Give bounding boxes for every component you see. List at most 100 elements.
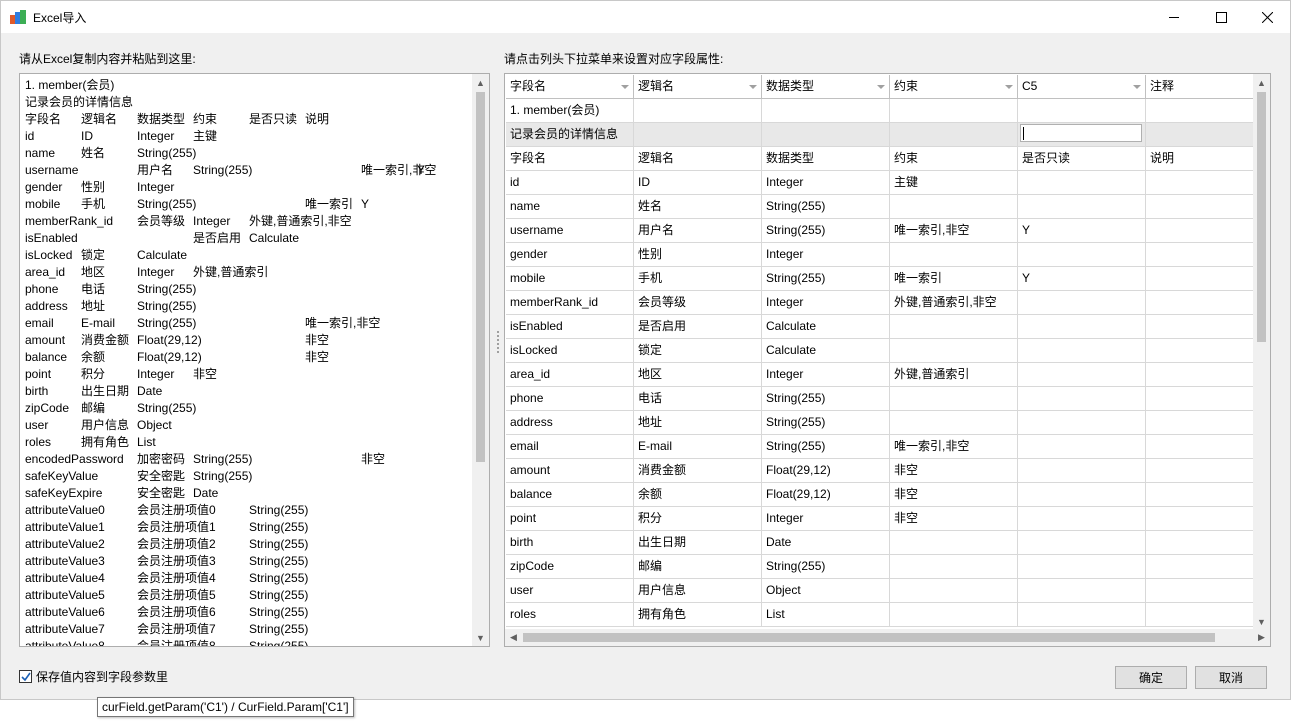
grid-cell[interactable]: Integer (762, 363, 890, 387)
grid-row[interactable]: email E-mail String(255) 唯一索引,非空 (506, 435, 1253, 459)
grid-cell[interactable]: 外键,普通索引 (890, 363, 1018, 387)
grid-cell[interactable]: 是否只读 (1018, 147, 1146, 171)
grid-scroll-left-icon[interactable]: ◀ (505, 629, 522, 646)
grid-cell[interactable]: 主键 (890, 171, 1018, 195)
grid-cell[interactable]: Date (762, 531, 890, 555)
column-header[interactable]: 注释 (1146, 75, 1253, 99)
c5-cell-editor[interactable] (1020, 124, 1142, 142)
grid-cell[interactable] (890, 123, 1018, 147)
column-header[interactable]: 逻辑名 (634, 75, 762, 99)
grid-cell[interactable]: Integer (762, 243, 890, 267)
grid-cell[interactable]: isLocked (506, 339, 634, 363)
grid-row[interactable]: point 积分 Integer 非空 (506, 507, 1253, 531)
grid-cell[interactable]: List (762, 603, 890, 627)
grid-cell[interactable]: 唯一索引,非空 (890, 219, 1018, 243)
grid-cell[interactable] (1146, 243, 1253, 267)
grid-cell[interactable] (1146, 339, 1253, 363)
grid-cell[interactable]: String(255) (762, 411, 890, 435)
grid-cell[interactable]: String(255) (762, 435, 890, 459)
scroll-up-arrow-icon[interactable]: ▲ (472, 74, 489, 91)
column-header[interactable]: 数据类型 (762, 75, 890, 99)
grid-row[interactable]: 1. member(会员) (506, 99, 1253, 123)
grid-cell[interactable]: String(255) (762, 219, 890, 243)
grid-cell[interactable] (1146, 507, 1253, 531)
grid-cell[interactable]: E-mail (634, 435, 762, 459)
grid-row[interactable]: roles 拥有角色 List (506, 603, 1253, 627)
grid-cell[interactable]: 地区 (634, 363, 762, 387)
grid-cell[interactable]: String(255) (762, 555, 890, 579)
grid-cell[interactable]: memberRank_id (506, 291, 634, 315)
grid-cell[interactable]: 非空 (890, 459, 1018, 483)
cancel-button[interactable]: 取消 (1195, 666, 1267, 689)
dropdown-arrow-icon[interactable] (877, 85, 885, 89)
grid-row[interactable]: user 用户信息 Object (506, 579, 1253, 603)
grid-cell[interactable] (1018, 555, 1146, 579)
ok-button[interactable]: 确定 (1115, 666, 1187, 689)
grid-cell[interactable]: 邮编 (634, 555, 762, 579)
grid-cell[interactable]: 数据类型 (762, 147, 890, 171)
grid-cell[interactable]: 消费金额 (634, 459, 762, 483)
grid-cell[interactable]: roles (506, 603, 634, 627)
grid-cell[interactable] (1146, 387, 1253, 411)
grid-cell[interactable] (1146, 531, 1253, 555)
grid-cell[interactable] (1146, 411, 1253, 435)
grid-cell[interactable] (1018, 171, 1146, 195)
grid-cell[interactable]: Integer (762, 291, 890, 315)
grid-cell[interactable]: birth (506, 531, 634, 555)
grid-row[interactable]: mobile 手机 String(255) 唯一索引 Y (506, 267, 1253, 291)
grid-cell[interactable]: id (506, 171, 634, 195)
grid-cell[interactable]: String(255) (762, 195, 890, 219)
grid-cell[interactable]: 用户名 (634, 219, 762, 243)
grid-row[interactable]: gender 性别 Integer (506, 243, 1253, 267)
grid-cell[interactable]: isEnabled (506, 315, 634, 339)
grid-cell[interactable] (1146, 363, 1253, 387)
grid-row[interactable]: address 地址 String(255) (506, 411, 1253, 435)
grid-row[interactable]: area_id 地区 Integer 外键,普通索引 (506, 363, 1253, 387)
grid-cell[interactable]: 地址 (634, 411, 762, 435)
grid-cell[interactable] (1018, 387, 1146, 411)
grid-row[interactable]: memberRank_id 会员等级 Integer 外键,普通索引,非空 (506, 291, 1253, 315)
paste-textarea[interactable]: 1. member(会员) 记录会员的详情信息 字段名 逻辑名 数据类型 约束 是否只读 说明… (19, 73, 490, 647)
grid-cell[interactable] (1146, 315, 1253, 339)
column-header[interactable]: C5 (1018, 75, 1146, 99)
grid-cell[interactable] (1018, 243, 1146, 267)
grid-row[interactable]: amount 消费金额 Float(29,12) 非空 (506, 459, 1253, 483)
grid-cell[interactable]: name (506, 195, 634, 219)
grid-cell[interactable] (890, 243, 1018, 267)
grid-cell[interactable]: email (506, 435, 634, 459)
grid-cell[interactable] (1146, 267, 1253, 291)
scroll-down-arrow-icon[interactable]: ▼ (472, 629, 489, 646)
grid-cell[interactable]: amount (506, 459, 634, 483)
minimize-button[interactable] (1151, 1, 1197, 33)
grid-cell[interactable]: 姓名 (634, 195, 762, 219)
panel-splitter[interactable] (496, 331, 500, 357)
grid-cell[interactable]: 逻辑名 (634, 147, 762, 171)
grid-cell[interactable]: 唯一索引,非空 (890, 435, 1018, 459)
grid-cell[interactable]: 出生日期 (634, 531, 762, 555)
grid-cell[interactable] (1018, 483, 1146, 507)
grid-vertical-scrollbar[interactable]: ▲ ▼ (1253, 74, 1270, 630)
grid-cell[interactable] (1146, 555, 1253, 579)
column-header[interactable]: 约束 (890, 75, 1018, 99)
grid-row[interactable]: isEnabled 是否启用 Calculate (506, 315, 1253, 339)
grid-cell[interactable]: 非空 (890, 507, 1018, 531)
paste-scroll-thumb[interactable] (476, 92, 485, 462)
dropdown-arrow-icon[interactable] (1133, 85, 1141, 89)
grid-cell[interactable] (1146, 459, 1253, 483)
grid-cell[interactable] (1018, 315, 1146, 339)
grid-cell[interactable]: Float(29,12) (762, 459, 890, 483)
grid-row[interactable]: balance 余额 Float(29,12) 非空 (506, 483, 1253, 507)
grid-cell[interactable] (890, 555, 1018, 579)
grid-cell[interactable] (1018, 531, 1146, 555)
grid-cell[interactable] (890, 603, 1018, 627)
grid-cell[interactable] (1018, 435, 1146, 459)
grid-cell[interactable]: Y (1018, 219, 1146, 243)
grid-row[interactable]: id ID Integer 主键 (506, 171, 1253, 195)
grid-row[interactable]: isLocked 锁定 Calculate (506, 339, 1253, 363)
column-header[interactable]: 字段名 (506, 75, 634, 99)
grid-cell[interactable]: 字段名 (506, 147, 634, 171)
grid-cell[interactable]: 锁定 (634, 339, 762, 363)
grid-cell[interactable] (890, 315, 1018, 339)
grid-row[interactable]: phone 电话 String(255) (506, 387, 1253, 411)
grid-cell[interactable] (1146, 123, 1253, 147)
